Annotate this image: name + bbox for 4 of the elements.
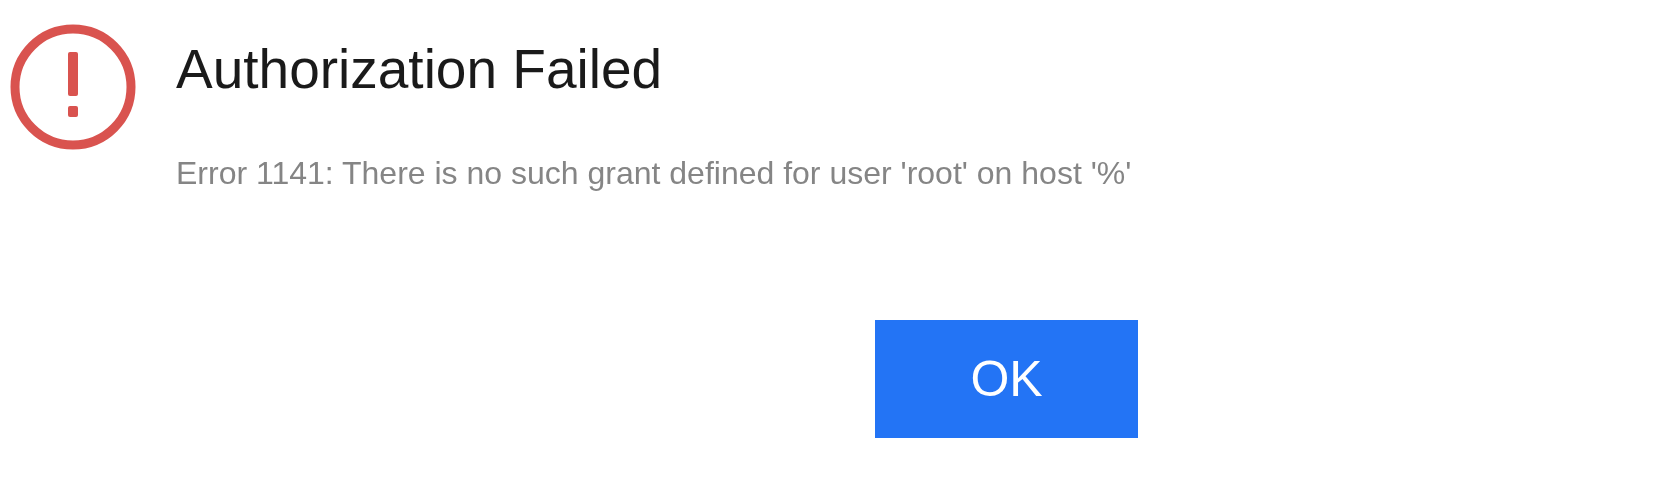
error-icon — [10, 24, 136, 150]
dialog-title: Authorization Failed — [176, 42, 664, 97]
error-message: Error 1141: There is no such grant defined for user 'root' on host '%' — [176, 155, 1133, 192]
ok-button[interactable]: OK — [875, 320, 1138, 438]
